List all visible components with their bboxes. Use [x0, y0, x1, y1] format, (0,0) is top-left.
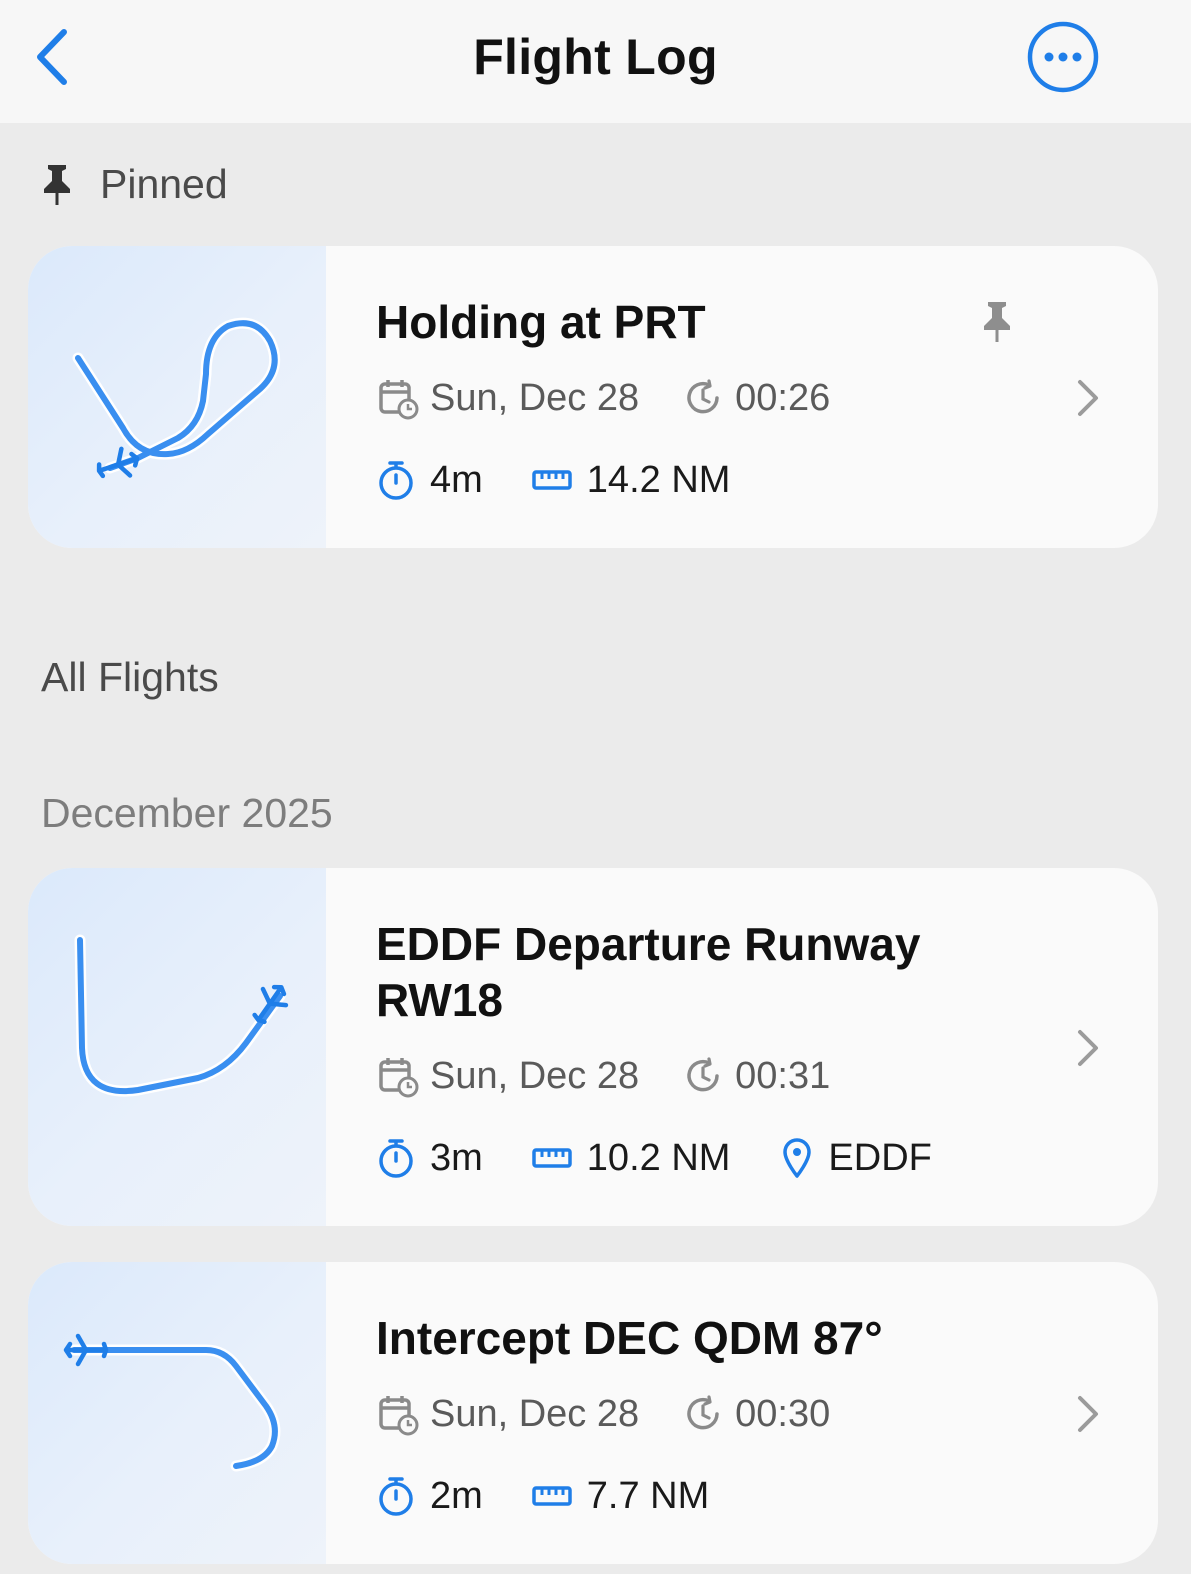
ruler-icon	[532, 470, 572, 490]
more-ellipsis-icon	[1027, 21, 1099, 93]
flight-date: Sun, Dec 28	[376, 376, 639, 420]
chevron-right-icon	[1078, 380, 1098, 416]
ruler-icon	[532, 1486, 572, 1506]
ruler-icon	[532, 1148, 572, 1168]
flight-distance: 14.2 NM	[531, 459, 730, 502]
flight-time: 00:30	[683, 1393, 830, 1436]
flight-duration: 4m	[376, 458, 483, 502]
flight-date: Sun, Dec 28	[376, 1392, 639, 1436]
flight-title: Holding at PRT	[376, 296, 706, 348]
stopwatch-icon	[379, 461, 413, 500]
stopwatch-icon	[379, 1139, 413, 1178]
pin-icon	[44, 165, 70, 205]
navigation-bar: Flight Log	[0, 0, 1191, 123]
flight-track-thumbnail	[28, 868, 326, 1226]
pinned-section-header: Pinned	[40, 158, 228, 210]
stopwatch-icon	[379, 1477, 413, 1516]
flight-distance: 10.2 NM	[531, 1137, 730, 1180]
airplane-icon	[96, 446, 140, 479]
calendar-icon	[379, 1396, 419, 1436]
flight-time: 00:26	[683, 377, 830, 420]
location-pin-icon	[783, 1138, 812, 1178]
calendar-icon	[379, 380, 419, 420]
pin-icon	[984, 302, 1010, 342]
clock-icon	[687, 1057, 719, 1092]
flight-title: Intercept DEC QDM 87°	[376, 1312, 883, 1364]
page-title: Flight Log	[473, 29, 718, 85]
more-options-button[interactable]	[1026, 20, 1100, 94]
flight-time: 00:31	[683, 1055, 830, 1098]
flight-title: EDDF Departure Runway RW18	[376, 918, 921, 1026]
calendar-icon	[379, 1058, 419, 1098]
chevron-right-icon	[1078, 1396, 1098, 1432]
flight-location: EDDF	[780, 1136, 932, 1180]
chevron-right-icon	[1078, 1030, 1098, 1066]
flight-card-intercept-dec[interactable]: Intercept DEC QDM 87° Sun, Dec 28 00:30 …	[28, 1262, 1158, 1564]
month-header: December 2025	[41, 790, 333, 836]
flight-date: Sun, Dec 28	[376, 1054, 639, 1098]
flight-card-eddf-departure[interactable]: EDDF Departure Runway RW18 Sun, Dec 28 0…	[28, 868, 1158, 1226]
flight-duration: 3m	[376, 1136, 483, 1180]
all-flights-header: All Flights	[41, 654, 219, 700]
flight-track-thumbnail	[28, 246, 326, 548]
airplane-icon	[63, 1333, 109, 1367]
clock-icon	[687, 379, 719, 414]
clock-icon	[687, 1395, 719, 1430]
pinned-label: Pinned	[100, 160, 228, 207]
flight-duration: 2m	[376, 1474, 483, 1518]
flight-card-holding-prt[interactable]: Holding at PRT Sun, Dec 28 00:26 4m 14.2…	[28, 246, 1158, 548]
airplane-icon	[252, 984, 289, 1025]
flight-distance: 7.7 NM	[531, 1475, 709, 1518]
flight-track-thumbnail	[28, 1262, 326, 1564]
